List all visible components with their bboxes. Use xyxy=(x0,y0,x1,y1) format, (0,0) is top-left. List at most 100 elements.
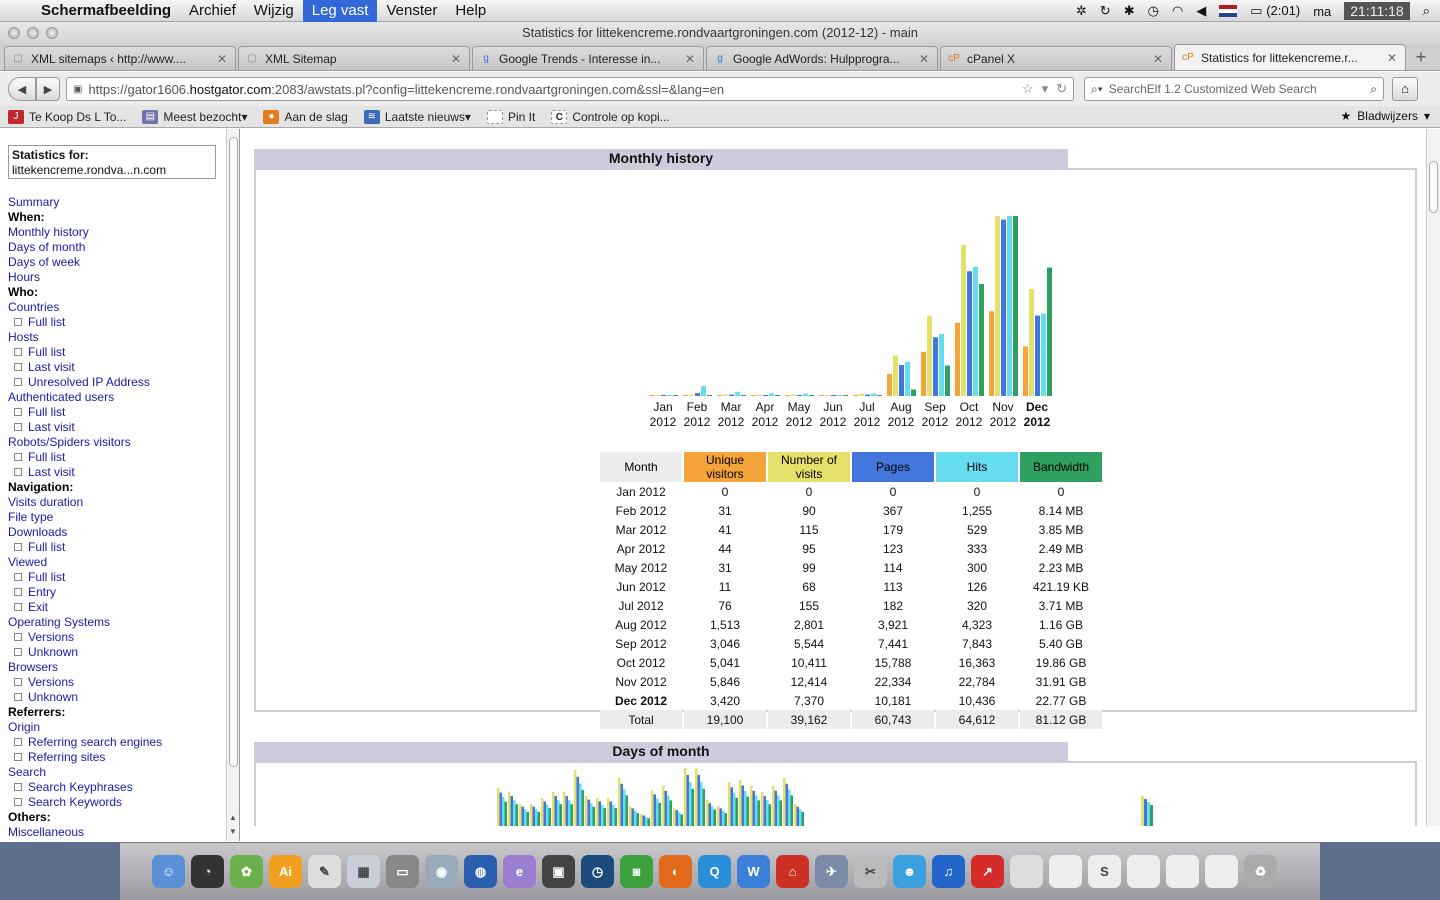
firefox-icon[interactable]: ◐ xyxy=(659,855,692,888)
close-tab-icon[interactable]: ✕ xyxy=(1151,52,1165,66)
e-icon[interactable]: e xyxy=(503,855,536,888)
sidebar-link-search-keyphrases[interactable]: Search Keyphrases xyxy=(8,780,228,795)
tab-4[interactable]: cP cPanel X ✕ xyxy=(940,46,1172,70)
sidebar-link-downloads[interactable]: Downloads xyxy=(8,525,228,540)
tab-0[interactable]: ▢ XML sitemaps ‹ http://www.... ✕ xyxy=(4,46,236,70)
search-input[interactable]: ⌕▾ SearchElf 1.2 Customized Web Search ⌕ xyxy=(1084,77,1384,101)
sidebar-link-versions[interactable]: Versions xyxy=(8,675,228,690)
menubar-day[interactable]: ma xyxy=(1313,4,1331,19)
menu-wijzig[interactable]: Wijzig xyxy=(245,0,303,22)
volume-icon[interactable]: ◀ xyxy=(1196,3,1206,19)
new-tab-button[interactable]: + xyxy=(1408,46,1434,70)
url-dropdown-icon[interactable]: ▾ xyxy=(1042,81,1049,97)
sidebar-link-operating-systems[interactable]: Operating Systems xyxy=(8,615,228,630)
reload-icon[interactable]: ↻ xyxy=(1056,81,1067,97)
sidebar-link-authenticated-users[interactable]: Authenticated users xyxy=(8,390,228,405)
doc6-icon[interactable] xyxy=(1205,855,1238,888)
input-flag-icon[interactable] xyxy=(1219,5,1238,17)
sidebar-link-unknown[interactable]: Unknown xyxy=(8,645,228,660)
doc5-icon[interactable] xyxy=(1166,855,1199,888)
sidebar-link-full-list[interactable]: Full list xyxy=(8,405,228,420)
tab-5[interactable]: cP Statistics for littekencreme.r... ✕ xyxy=(1174,44,1406,70)
menu-venster[interactable]: Venster xyxy=(377,0,446,22)
sidebar-link-visits-duration[interactable]: Visits duration xyxy=(8,495,228,510)
facetime-icon[interactable]: ◙ xyxy=(620,855,653,888)
sidebar-link-viewed[interactable]: Viewed xyxy=(8,555,228,570)
sidebar-link-search[interactable]: Search xyxy=(8,765,228,780)
illustrator-icon[interactable]: Ai xyxy=(269,855,302,888)
sidebar-link-full-list[interactable]: Full list xyxy=(8,450,228,465)
menu-app-name[interactable]: Schermafbeelding xyxy=(32,0,180,22)
spotlight-icon[interactable]: ⌕ xyxy=(1423,3,1430,19)
pdf-icon[interactable]: ⌂ xyxy=(776,855,809,888)
sidebar-link-last-visit[interactable]: Last visit xyxy=(8,465,228,480)
sidebar-link-referring-sites[interactable]: Referring sites xyxy=(8,750,228,765)
content-scrollbar[interactable] xyxy=(1426,129,1440,826)
wifi-icon[interactable]: ◠ xyxy=(1172,3,1183,19)
sidebar-scrollbar[interactable]: ▲ ▼ xyxy=(226,129,239,841)
preview-icon[interactable]: ◉ xyxy=(425,855,458,888)
url-bar[interactable]: ▣ https://gator1606. hostgator.com:2083/a… xyxy=(66,77,1074,101)
sidebar-link-miscellaneous[interactable]: Miscellaneous xyxy=(8,825,228,840)
textedit-icon[interactable]: ✎ xyxy=(308,855,341,888)
tab-3[interactable]: g Google AdWords: Hulpprogra... ✕ xyxy=(706,46,938,70)
menubar-clock[interactable]: 21:11:18 xyxy=(1344,2,1410,20)
doc2-icon[interactable] xyxy=(1049,855,1082,888)
sidebar-link-full-list[interactable]: Full list xyxy=(8,540,228,555)
media-icon[interactable]: ▣ xyxy=(542,855,575,888)
q-icon[interactable]: Q xyxy=(698,855,731,888)
calendar-icon[interactable]: ▦ xyxy=(347,855,380,888)
bookmark-star-icon[interactable]: ☆ xyxy=(1022,81,1034,97)
bookmark-4[interactable]: Pin It xyxy=(486,109,535,124)
photo-icon[interactable]: ✈ xyxy=(815,855,848,888)
leaf-icon[interactable]: ✿ xyxy=(230,855,263,888)
sidebar-link-unknown[interactable]: Unknown xyxy=(8,690,228,705)
sync-icon[interactable]: ↻ xyxy=(1100,3,1111,19)
sidebar-link-full-list[interactable]: Full list xyxy=(8,345,228,360)
back-button[interactable]: ◀ xyxy=(8,77,36,101)
menu-archief[interactable]: Archief xyxy=(180,0,245,22)
doc3-icon[interactable]: S xyxy=(1088,855,1121,888)
sidebar-scroll-thumb[interactable] xyxy=(229,137,238,767)
menu-leg-vast[interactable]: Leg vast xyxy=(302,0,378,22)
doc1-icon[interactable] xyxy=(1010,855,1043,888)
scanner-icon[interactable]: ▭ xyxy=(386,855,419,888)
sidebar-link-monthly-history[interactable]: Monthly history xyxy=(8,225,228,240)
menu-help[interactable]: Help xyxy=(446,0,495,22)
w-icon[interactable]: W xyxy=(737,855,770,888)
battery-status[interactable]: ▭ (2:01) xyxy=(1250,3,1300,19)
tab-1[interactable]: ▢ XML Sitemap ✕ xyxy=(238,46,470,70)
sidebar-link-versions[interactable]: Versions xyxy=(8,630,228,645)
sidebar-link-summary[interactable]: Summary xyxy=(8,195,228,210)
sidebar-link-search-keywords[interactable]: Search Keywords xyxy=(8,795,228,810)
tab-2[interactable]: g Google Trends - Interesse in... ✕ xyxy=(472,46,704,70)
bookmark-5[interactable]: C Controle op kopi... xyxy=(551,109,670,124)
close-tab-icon[interactable]: ✕ xyxy=(449,52,463,66)
time-machine-icon[interactable]: ◷ xyxy=(581,855,614,888)
sidebar-link-unresolved-ip-address[interactable]: Unresolved IP Address xyxy=(8,375,228,390)
doc4-icon[interactable] xyxy=(1127,855,1160,888)
messenger-icon[interactable]: ☻ xyxy=(893,855,926,888)
finder-icon[interactable]: ☺ xyxy=(152,855,185,888)
close-tab-icon[interactable]: ✕ xyxy=(1385,51,1399,65)
sidebar-link-browsers[interactable]: Browsers xyxy=(8,660,228,675)
close-window-button[interactable] xyxy=(8,27,20,39)
google-earth-icon[interactable]: ◍ xyxy=(464,855,497,888)
sidebar-link-last-visit[interactable]: Last visit xyxy=(8,360,228,375)
sidebar-link-days-of-month[interactable]: Days of month xyxy=(8,240,228,255)
bookmarks-menu-button[interactable]: ★ Bladwijzers ▾ xyxy=(1341,109,1430,123)
forward-button[interactable]: ▶ xyxy=(36,77,60,101)
utility-icon[interactable]: ✂ xyxy=(854,855,887,888)
sidebar-link-countries[interactable]: Countries xyxy=(8,300,228,315)
bookmark-2[interactable]: ● Aan de slag xyxy=(263,109,348,124)
sidebar-link-hours[interactable]: Hours xyxy=(8,270,228,285)
sidebar-link-days-of-week[interactable]: Days of week xyxy=(8,255,228,270)
search-go-icon[interactable]: ⌕ xyxy=(1370,82,1377,97)
time-machine-menu-icon[interactable]: ◷ xyxy=(1148,3,1159,19)
sidebar-link-origin[interactable]: Origin xyxy=(8,720,228,735)
scroll-up-icon[interactable]: ▲ xyxy=(229,813,237,822)
close-tab-icon[interactable]: ✕ xyxy=(917,52,931,66)
minimize-window-button[interactable] xyxy=(27,27,39,39)
bookmark-1[interactable]: ▤ Meest bezocht ▾ xyxy=(142,109,247,124)
sidebar-link-last-visit[interactable]: Last visit xyxy=(8,420,228,435)
